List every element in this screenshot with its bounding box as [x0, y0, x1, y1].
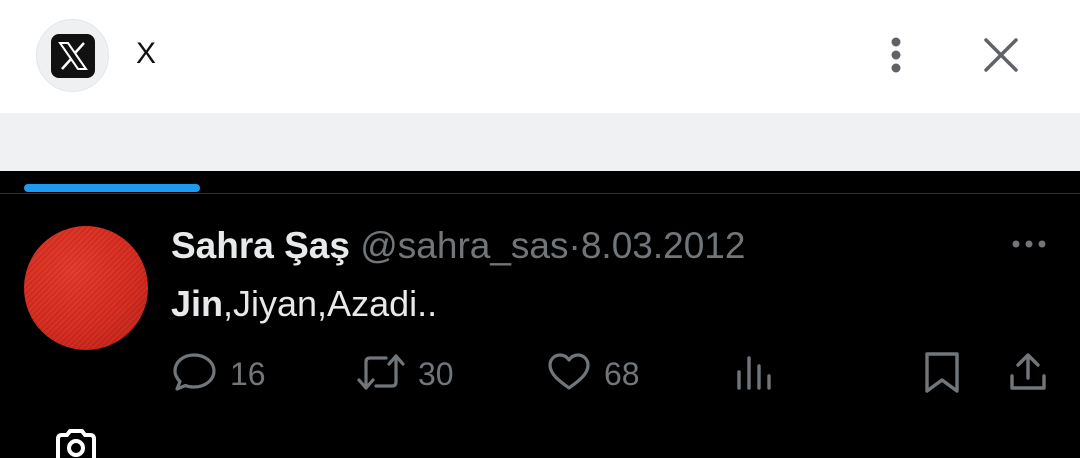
tweet-header: Sahra Şaş @sahra_sas·8.03.2012 [171, 224, 745, 268]
tweet-date[interactable]: 8.03.2012 [581, 225, 746, 266]
share-button[interactable] [1006, 350, 1050, 398]
heart-icon [546, 352, 592, 397]
reply-button[interactable]: 16 [172, 350, 266, 398]
share-icon [1006, 350, 1050, 399]
app-icon-button[interactable] [36, 19, 109, 92]
retweet-icon [356, 352, 406, 397]
display-name[interactable]: Sahra Şaş [171, 225, 350, 266]
avatar[interactable] [24, 226, 148, 350]
retweet-count: 30 [418, 355, 454, 392]
tweet-text-bold: Jin [171, 283, 224, 324]
close-icon[interactable] [976, 30, 1026, 80]
tweet-text: Jin,Jiyan,Azadi.. [171, 282, 437, 326]
like-button[interactable]: 68 [546, 350, 640, 398]
bookmark-button[interactable] [920, 350, 964, 398]
tab-strip [0, 171, 1080, 194]
address-bar-area [0, 113, 1080, 171]
reply-icon [172, 351, 218, 398]
reply-count: 16 [230, 355, 266, 392]
page-title: X [136, 37, 157, 70]
bookmark-icon [920, 349, 964, 400]
views-button[interactable] [734, 350, 774, 398]
analytics-icon [734, 352, 774, 397]
like-count: 68 [604, 355, 640, 392]
browser-top-bar: X [0, 0, 1080, 113]
more-horizontal-icon[interactable] [1010, 232, 1054, 256]
tweet-text-rest: ,Jiyan,Azadi.. [223, 283, 438, 324]
more-vertical-icon[interactable] [876, 32, 916, 78]
retweet-button[interactable]: 30 [356, 350, 454, 398]
active-tab-indicator [24, 184, 200, 192]
x-logo-icon [51, 34, 95, 78]
user-handle[interactable]: @sahra_sas [360, 225, 568, 266]
camera-icon[interactable] [54, 427, 98, 458]
separator-dot: · [568, 225, 581, 266]
